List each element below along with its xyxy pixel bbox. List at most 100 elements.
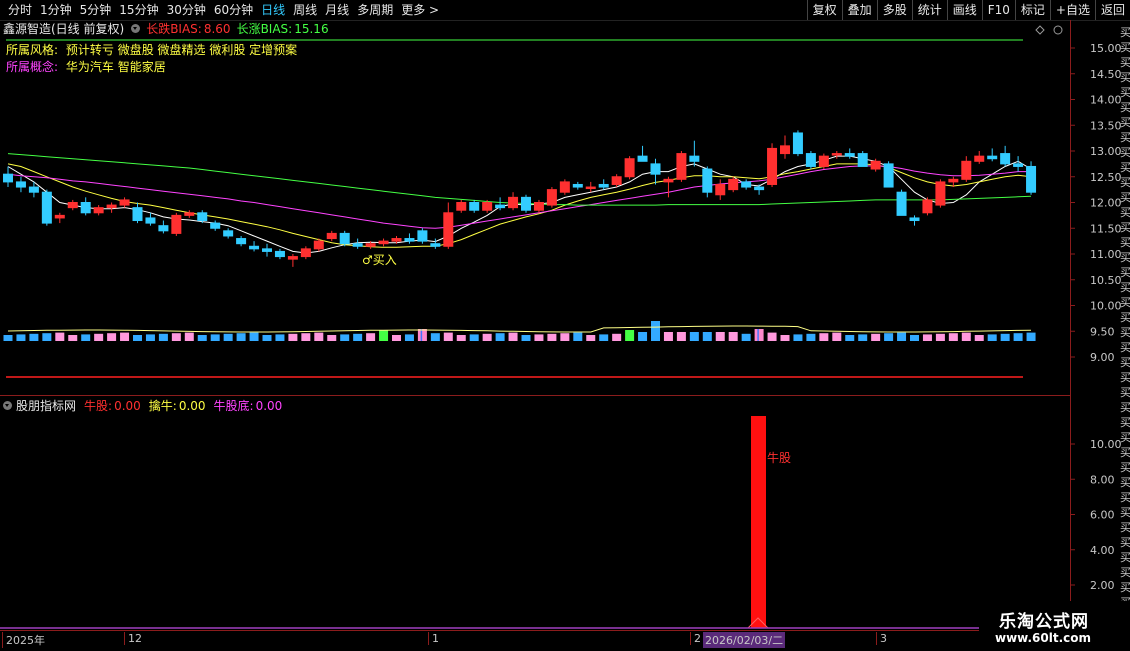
volume-bar: [94, 333, 104, 341]
concept-label: 所属概念:: [6, 60, 59, 74]
candle-body: [404, 238, 415, 242]
candle: [262, 243, 272, 257]
candle: [1013, 156, 1024, 172]
volume-bar: [353, 333, 363, 341]
candle-body: [443, 212, 454, 247]
candle-body: [28, 186, 39, 193]
candle-body: [676, 153, 687, 180]
candle-body: [637, 155, 648, 162]
right-strip-text: 买: [1120, 281, 1130, 294]
volume-bar: [133, 335, 142, 341]
candle-body: [818, 155, 829, 167]
indicator-tick-label: 2.00: [1090, 579, 1115, 592]
candle: [93, 205, 104, 216]
volume-bar: [599, 334, 609, 341]
candle-body: [132, 207, 143, 222]
candle: [443, 202, 454, 249]
dropdown-icon[interactable]: [131, 24, 141, 33]
right-strip-text: 买: [1120, 566, 1130, 579]
candle: [171, 212, 182, 236]
candle-body: [805, 153, 816, 167]
candle: [883, 161, 894, 188]
candle-body: [650, 163, 661, 175]
right-strip-text: 买: [1120, 56, 1130, 69]
volume-bar: [922, 334, 932, 341]
right-strip-text: 买: [1120, 356, 1130, 369]
price-tick-label: 10.50: [1090, 274, 1122, 287]
kline-chart[interactable]: 15.0014.5014.0013.5013.0012.5012.0011.50…: [0, 0, 1130, 650]
candle: [741, 179, 752, 190]
diamond-icon: [1035, 25, 1045, 35]
right-strip-text: 买: [1120, 236, 1130, 249]
volume-bar: [68, 335, 78, 341]
volume-bar: [366, 333, 376, 341]
candles: [3, 130, 1037, 267]
style-label: 所属风格:: [6, 43, 59, 57]
volume-bar: [392, 335, 401, 341]
candle-body: [339, 232, 350, 245]
right-strip-text: 买: [1120, 26, 1130, 39]
style-value: 预计转亏 微盘股 微盘精选 微利股 定增预案: [65, 43, 298, 57]
candle-body: [780, 145, 790, 155]
concept-row: 所属概念: 华为汽车 智能家居: [6, 58, 166, 75]
candle-body: [158, 225, 169, 232]
candle-body: [482, 202, 493, 211]
candle-body: [546, 189, 557, 206]
candle: [1000, 145, 1011, 167]
volume-bar: [819, 333, 829, 341]
volume-bar: [482, 333, 492, 341]
candle-body: [469, 202, 480, 211]
volume-bar: [780, 335, 790, 341]
candle-body: [262, 248, 272, 252]
volume-bar: [404, 334, 414, 341]
price-tick-label: 14.50: [1090, 68, 1122, 81]
cursor-date: 2026/02/03/二: [703, 632, 786, 648]
volume-bar: [379, 330, 389, 341]
candle-body: [961, 160, 972, 180]
price-tick-label: 13.50: [1090, 119, 1122, 132]
candle-body: [67, 202, 78, 209]
indicator-name: 股朋指标网: [16, 399, 77, 413]
candle-body: [611, 176, 622, 185]
buy-signal-label: ♂买入: [362, 253, 397, 267]
right-strip-text: 买: [1120, 176, 1130, 189]
candle-body: [119, 199, 130, 206]
volume-bar: [845, 335, 855, 341]
volume-bar: [262, 335, 272, 341]
right-strip-text: 买: [1120, 416, 1130, 429]
candle: [572, 181, 583, 190]
candle: [1026, 161, 1037, 195]
candle-body: [844, 153, 855, 157]
volume-bar: [974, 335, 984, 341]
candle: [689, 140, 700, 167]
indicator-tick-label: 8.00: [1090, 473, 1115, 486]
candle: [508, 192, 519, 211]
candle-body: [624, 158, 635, 178]
candle-body: [533, 202, 544, 211]
candle-body: [41, 191, 52, 224]
candle: [106, 202, 117, 213]
volume-bar: [197, 335, 207, 341]
candle: [961, 156, 972, 182]
candle-body: [391, 238, 402, 242]
dropdown-icon[interactable]: [3, 401, 12, 410]
candle-body: [223, 230, 234, 237]
candle-body: [572, 183, 583, 188]
right-strip-text: 买: [1120, 41, 1130, 54]
volume-bar: [120, 332, 130, 341]
candle: [404, 233, 415, 244]
candle: [132, 202, 143, 224]
volume-bar: [806, 333, 816, 341]
price-tick-label: 14.00: [1090, 94, 1122, 107]
date-axis: 2025年 12 1 2 3 2026/02/03/二: [0, 630, 1070, 651]
right-strip-text: 买: [1120, 461, 1130, 474]
candle: [974, 151, 985, 164]
volume-bar: [1000, 333, 1010, 341]
bias-down-value: 8.60: [203, 21, 231, 36]
candle: [792, 130, 803, 157]
candle: [987, 148, 998, 162]
candle: [41, 189, 52, 226]
volume-bar: [521, 335, 531, 341]
candle: [818, 153, 829, 170]
candle-body: [767, 147, 778, 185]
